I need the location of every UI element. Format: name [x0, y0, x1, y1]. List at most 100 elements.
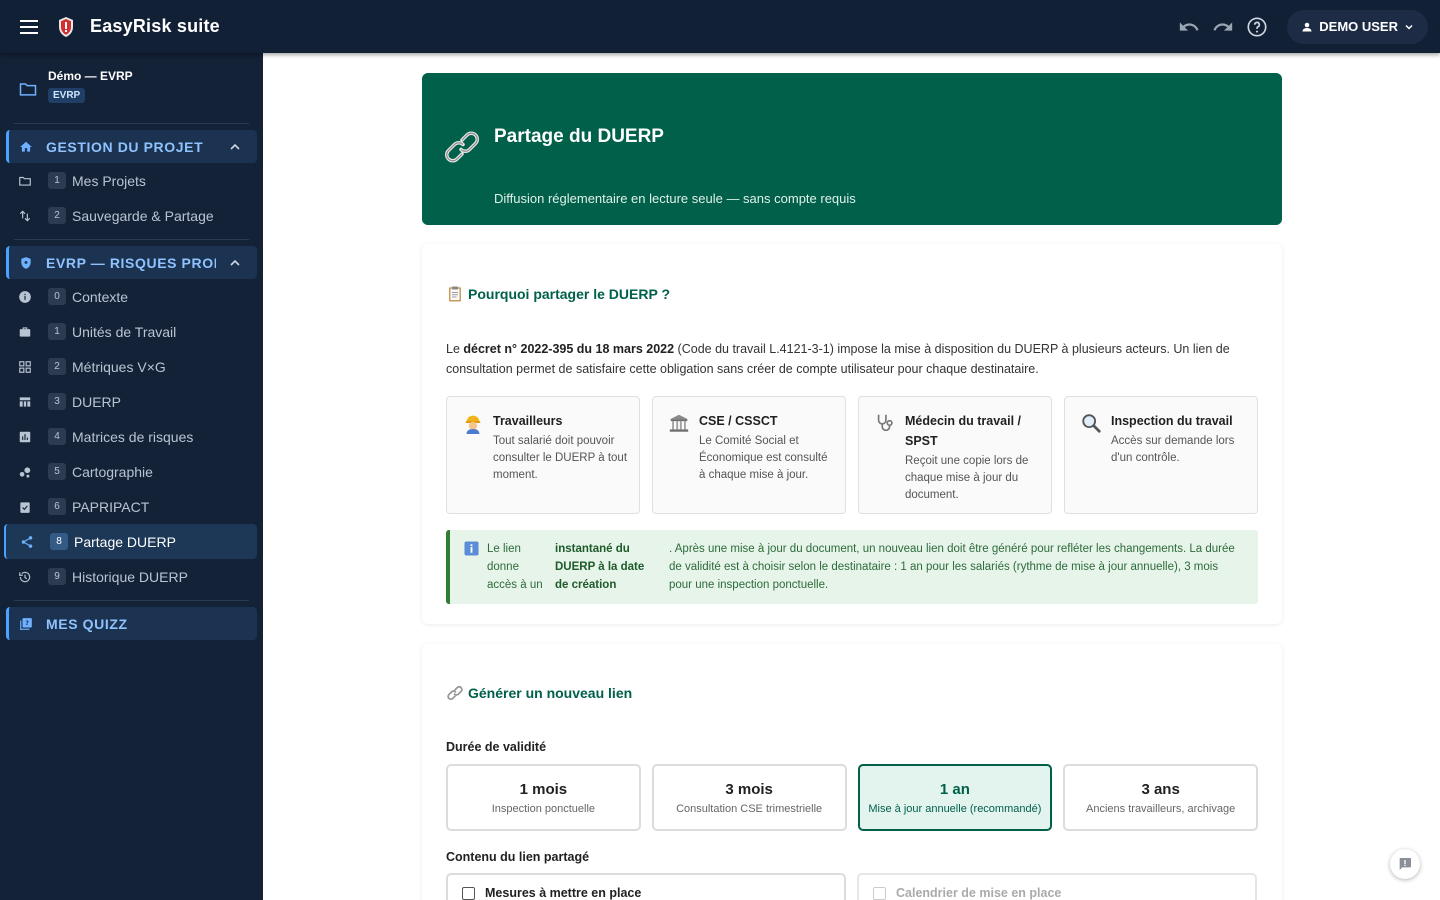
info-text-bold: instantané du DUERP à la date de créatio… — [555, 543, 645, 591]
section-mes-quizz[interactable]: ? MES QUIZZ — [6, 607, 257, 640]
duration-option-3-mois[interactable]: 3 mois Consultation CSE trimestrielle — [651, 764, 847, 831]
duration-value: 1 an — [939, 780, 970, 798]
project-name: Démo — EVRP — [48, 69, 133, 83]
info-icon — [18, 290, 32, 304]
actor-desc: Tout salarié doit pouvoir consulter le D… — [493, 435, 628, 481]
content-option-calendrier[interactable]: Calendrier de mise en place — [857, 873, 1257, 900]
sidebar-item-duerp[interactable]: 3 DUERP — [4, 384, 257, 419]
section-gestion-du-projet[interactable]: GESTION DU PROJET — [6, 130, 257, 163]
actor-desc: Reçoit une copie lors de chaque mise à j… — [905, 455, 1029, 501]
item-number: 6 — [48, 498, 66, 515]
sidebar-item-papripact[interactable]: 6 PAPRIPACT — [4, 489, 257, 524]
item-number: 0 — [48, 288, 66, 305]
content-option-label: Mesures à mettre en place — [485, 886, 642, 900]
actor-title: Travailleurs — [493, 414, 563, 428]
item-label: Métriques V×G — [72, 358, 166, 375]
duration-sub: Mise à jour annuelle (recommandé) — [868, 802, 1042, 815]
history-icon — [18, 570, 32, 584]
item-label: Matrices de risques — [72, 428, 194, 445]
app-title: EasyRisk suite — [90, 16, 220, 36]
section-label: EVRP — RISQUES PROFE — [46, 254, 216, 271]
actors-list: Travailleurs Tout salarié doit pouvoir c… — [446, 396, 1258, 514]
svg-text:?: ? — [25, 619, 29, 627]
sidebar-item-sauvegarde-partage[interactable]: 2 Sauvegarde & Partage — [4, 198, 257, 233]
sidebar-item-metriques[interactable]: 2 Métriques V×G — [4, 349, 257, 384]
sidebar-item-historique-duerp[interactable]: 9 Historique DUERP — [4, 559, 257, 594]
chat-icon — [1399, 858, 1411, 870]
checkbox[interactable] — [462, 886, 475, 900]
duration-options: 1 mois Inspection ponctuelle 3 mois Cons… — [446, 764, 1258, 831]
content-options: Mesures à mettre en place Calendrier de … — [446, 873, 1258, 900]
quiz-icon: ? — [20, 617, 32, 630]
actor-card-medecin: Médecin du travail / SPST Reçoit une cop… — [858, 396, 1052, 514]
actor-desc: Accès sur demande lors d'un contrôle. — [1111, 435, 1235, 464]
divider — [14, 123, 249, 124]
shield-icon — [21, 256, 31, 269]
sidebar-item-contexte[interactable]: 0 Contexte — [4, 279, 257, 314]
generate-link-card: Générer un nouveau lien Durée de validit… — [422, 644, 1282, 900]
bubble-icon — [18, 465, 32, 479]
sidebar: Démo — EVRP EVRP GESTION DU PROJET 1 Mes… — [0, 53, 263, 900]
building-icon — [667, 411, 691, 435]
sync-icon — [18, 209, 32, 223]
project-badge: EVRP — [48, 88, 86, 103]
why-share-card: Pourquoi partager le DUERP ? Le décret n… — [422, 244, 1282, 624]
duration-option-3-ans[interactable]: 3 ans Anciens travailleurs, archivage — [1063, 764, 1258, 831]
item-label: Unités de Travail — [72, 323, 177, 340]
home-icon — [20, 141, 32, 152]
content-label: Contenu du lien partagé — [446, 850, 590, 864]
info-text-part1: Le lien donne accès à un — [487, 543, 543, 591]
sidebar-item-partage-duerp[interactable]: 8 Partage DUERP — [4, 524, 257, 559]
undo-icon[interactable] — [1177, 15, 1201, 39]
content-option-mesures[interactable]: Mesures à mettre en place — [446, 873, 846, 900]
main-content: Partage du DUERP Diffusion réglementaire… — [263, 53, 1440, 900]
info-icon — [464, 541, 479, 556]
chart-icon — [18, 430, 32, 444]
clipboard-icon — [449, 286, 461, 302]
item-number: 2 — [48, 358, 66, 375]
sidebar-item-cartographie[interactable]: 5 Cartographie — [4, 454, 257, 489]
item-label: Sauvegarde & Partage — [72, 207, 214, 224]
sidebar-item-mes-projets[interactable]: 1 Mes Projets — [4, 163, 257, 198]
item-number: 2 — [48, 207, 66, 224]
actor-desc: Le Comité Social et Économique est consu… — [699, 435, 828, 481]
briefcase-icon — [18, 325, 32, 339]
item-number: 1 — [48, 172, 66, 189]
content-option-label: Calendrier de mise en place — [896, 886, 1062, 900]
duration-label: Durée de validité — [446, 740, 547, 754]
page-title: Partage du DUERP — [494, 126, 664, 147]
redo-icon[interactable] — [1211, 15, 1235, 39]
generate-title-text: Générer un nouveau lien — [468, 685, 633, 701]
folder-icon — [18, 174, 32, 188]
duration-sub: Inspection ponctuelle — [491, 802, 596, 815]
item-number: 3 — [48, 393, 66, 410]
user-menu-button[interactable]: DEMO USER — [1287, 9, 1428, 44]
item-number: 8 — [50, 533, 68, 550]
magnifier-icon — [1079, 411, 1103, 435]
feedback-button[interactable] — [1390, 849, 1420, 879]
sidebar-item-unites-de-travail[interactable]: 1 Unités de Travail — [4, 314, 257, 349]
folder-icon — [19, 83, 37, 96]
why-share-title-text: Pourquoi partager le DUERP ? — [468, 286, 670, 302]
section-evrp-risques[interactable]: EVRP — RISQUES PROFE — [6, 246, 257, 279]
info-alert: Le lien donne accès à un instantané du D… — [446, 530, 1258, 604]
project-header[interactable]: Démo — EVRP EVRP — [0, 53, 263, 119]
menu-icon[interactable] — [17, 15, 41, 39]
table-icon — [18, 395, 32, 409]
page-subtitle: Diffusion réglementaire en lecture seule… — [494, 191, 856, 206]
actor-card-inspection: Inspection du travail Accès sur demande … — [1064, 396, 1258, 514]
section-label: MES QUIZZ — [46, 615, 128, 632]
share-icon — [20, 535, 34, 549]
actor-title: CSE / CSSCT — [699, 414, 778, 428]
item-label: Historique DUERP — [72, 568, 188, 585]
duration-option-1-an[interactable]: 1 an Mise à jour annuelle (recommandé) — [857, 764, 1053, 831]
help-icon[interactable] — [1245, 15, 1269, 39]
intro-decree: décret n° 2022-395 du 18 mars 2022 — [463, 342, 675, 356]
checkbox[interactable] — [873, 886, 886, 900]
top-app-bar: EasyRisk suite DEMO USER — [0, 0, 1440, 53]
sidebar-item-matrices[interactable]: 4 Matrices de risques — [4, 419, 257, 454]
item-number: 5 — [48, 463, 66, 480]
item-label: Contexte — [72, 288, 129, 305]
actor-title: Médecin du travail / SPST — [905, 414, 1022, 448]
duration-option-1-mois[interactable]: 1 mois Inspection ponctuelle — [446, 764, 641, 831]
